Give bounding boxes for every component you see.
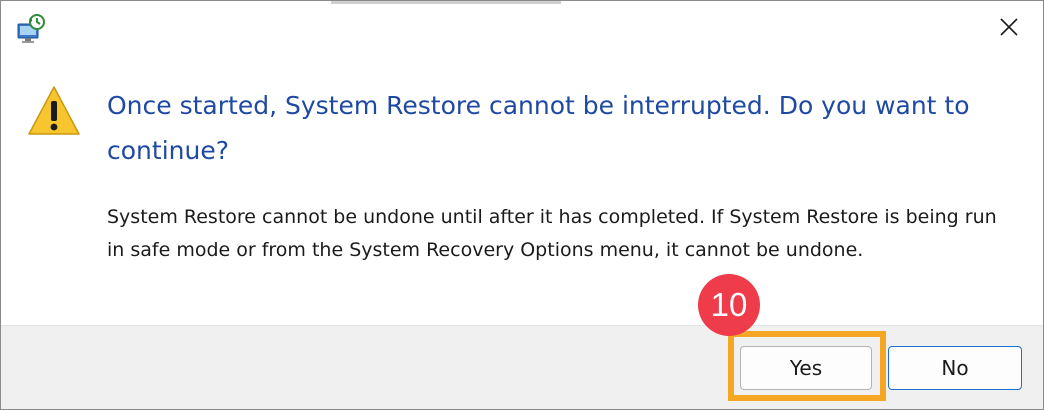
system-restore-confirm-dialog: Once started, System Restore cannot be i… xyxy=(0,0,1044,410)
close-button[interactable] xyxy=(989,11,1029,47)
close-icon xyxy=(999,17,1019,41)
dialog-body-text: System Restore cannot be undone until af… xyxy=(107,206,997,261)
window-edge-artifact xyxy=(331,1,561,4)
no-button[interactable]: No xyxy=(888,346,1022,390)
dialog-heading: Once started, System Restore cannot be i… xyxy=(107,91,970,165)
yes-button[interactable]: Yes xyxy=(740,346,872,390)
step-number-badge: 10 xyxy=(698,274,760,336)
warning-icon xyxy=(27,84,81,138)
system-restore-icon xyxy=(15,13,47,45)
dialog-footer: Yes No xyxy=(1,325,1043,409)
